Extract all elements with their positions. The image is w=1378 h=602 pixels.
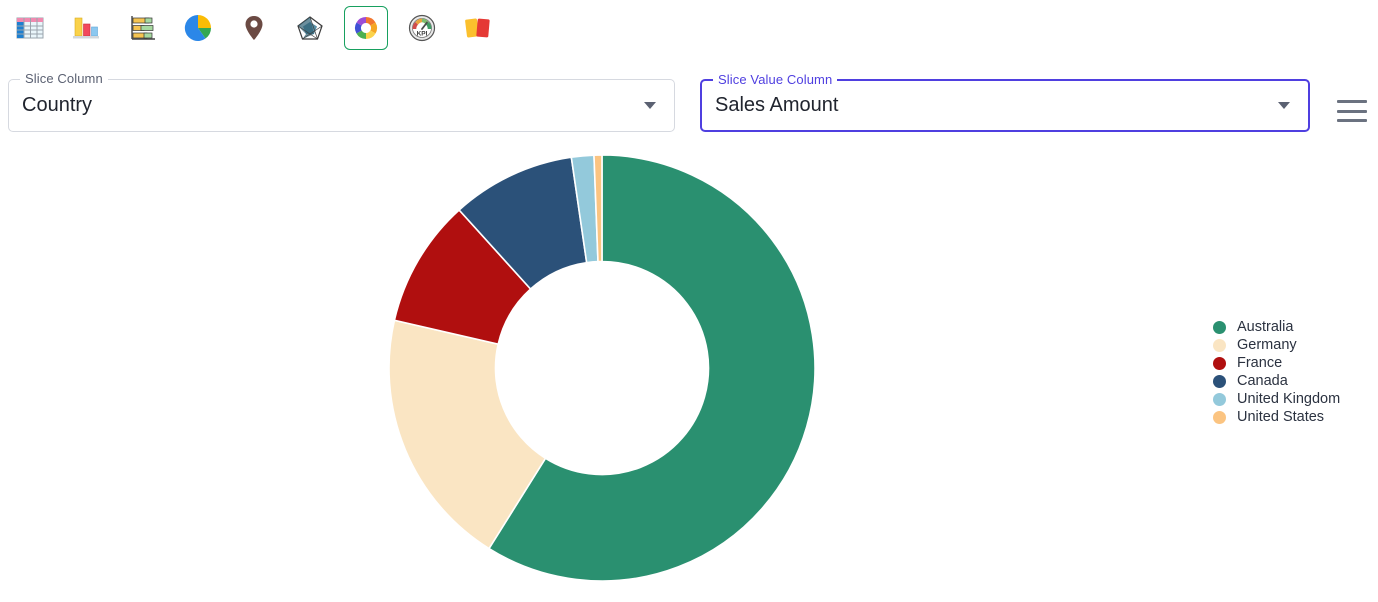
table-chart-icon <box>15 13 45 43</box>
slice-column-label: Slice Column <box>20 71 108 86</box>
legend-item[interactable]: United States <box>1213 408 1340 426</box>
slice-column-select[interactable]: Slice Column Country <box>8 79 675 132</box>
chart-menu-button[interactable] <box>1337 100 1367 122</box>
donut-chart-icon <box>351 13 381 43</box>
chart-type-table-button[interactable] <box>8 6 52 50</box>
chart-type-map-button[interactable] <box>232 6 276 50</box>
legend-swatch-icon <box>1213 375 1226 388</box>
legend-item-label: United States <box>1237 409 1324 425</box>
slice-value-column-select[interactable]: Slice Value Column Sales Amount <box>700 79 1310 132</box>
bar-chart-icon <box>127 13 157 43</box>
chart-type-column-button[interactable] <box>64 6 108 50</box>
slice-value-column-label: Slice Value Column <box>713 72 837 87</box>
radar-chart-icon <box>295 13 325 43</box>
chevron-down-icon[interactable] <box>1278 102 1290 109</box>
legend-item[interactable]: Canada <box>1213 372 1340 390</box>
hamburger-menu-icon-bar <box>1337 110 1367 113</box>
legend-item-label: Canada <box>1237 373 1288 389</box>
chart-legend: Australia Germany France Canada United Kingd… <box>1213 318 1340 426</box>
donut-chart-svg[interactable] <box>380 147 830 597</box>
legend-item-label: Australia <box>1237 319 1293 335</box>
chart-type-pie-button[interactable] <box>176 6 220 50</box>
legend-swatch-icon <box>1213 393 1226 406</box>
chart-type-kpi-button[interactable]: KPI <box>400 6 444 50</box>
legend-swatch-icon <box>1213 321 1226 334</box>
legend-item-label: United Kingdom <box>1237 391 1340 407</box>
legend-item[interactable]: Germany <box>1213 336 1340 354</box>
chart-type-bar-button[interactable] <box>120 6 164 50</box>
chart-type-radar-button[interactable] <box>288 6 332 50</box>
legend-item-label: France <box>1237 355 1282 371</box>
cards-icon <box>463 13 493 43</box>
map-pin-icon <box>239 13 269 43</box>
legend-item[interactable]: Australia <box>1213 318 1340 336</box>
hamburger-menu-icon-bar <box>1337 119 1367 122</box>
chart-canvas: Australia Germany France Canada United Kingd… <box>0 143 1378 601</box>
legend-swatch-icon <box>1213 357 1226 370</box>
column-chart-icon <box>71 13 101 43</box>
legend-swatch-icon <box>1213 411 1226 424</box>
chart-type-cards-button[interactable] <box>456 6 500 50</box>
chart-type-donut-button[interactable] <box>344 6 388 50</box>
legend-item-label: Germany <box>1237 337 1297 353</box>
kpi-gauge-icon: KPI <box>407 13 437 43</box>
donut-chart <box>380 147 830 602</box>
chevron-down-icon[interactable] <box>644 102 656 109</box>
legend-item[interactable]: United Kingdom <box>1213 390 1340 408</box>
hamburger-menu-icon-bar <box>1337 100 1367 103</box>
slice-column-value: Country <box>9 94 644 117</box>
legend-swatch-icon <box>1213 339 1226 352</box>
legend-item[interactable]: France <box>1213 354 1340 372</box>
chart-config-bar: Slice Column Country Slice Value Column … <box>0 52 1378 128</box>
svg-text:KPI: KPI <box>417 31 428 38</box>
chart-type-toolbar: KPI <box>0 0 1378 52</box>
slice-value-column-value: Sales Amount <box>702 94 1278 117</box>
pie-chart-icon <box>183 13 213 43</box>
